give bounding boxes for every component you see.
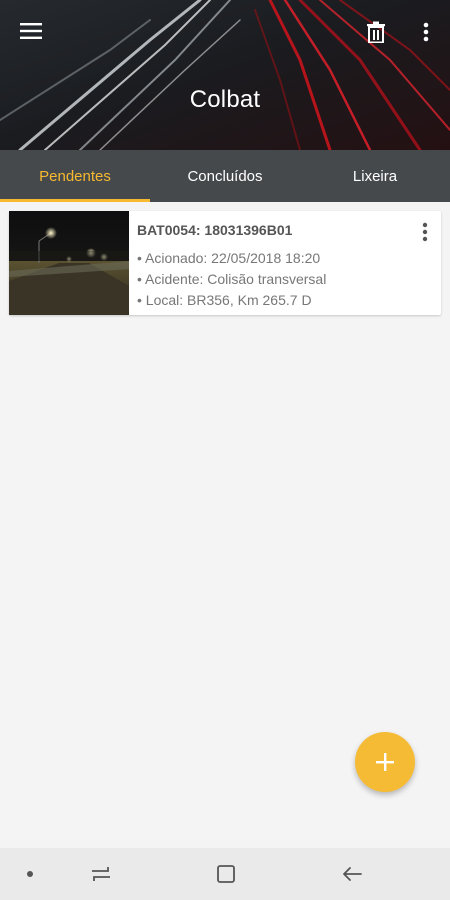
occurrence-triggered: • Acionado: 22/05/2018 18:20 xyxy=(137,250,321,266)
occurrence-card[interactable]: BAT0054: 18031396B01 • Acionado: 22/05/2… xyxy=(9,211,441,315)
system-navigation-bar xyxy=(0,848,450,900)
tab-label: Concluídos xyxy=(187,167,263,185)
tab-lixeira[interactable]: Lixeira xyxy=(300,150,450,202)
add-occurrence-button[interactable] xyxy=(355,732,415,792)
plus-icon xyxy=(376,753,394,771)
home-button[interactable] xyxy=(210,848,242,900)
occurrence-accident: • Acidente: Colisão transversal xyxy=(137,271,327,287)
trash-icon xyxy=(367,21,385,43)
tab-label: Pendentes xyxy=(39,167,111,185)
recent-apps-icon xyxy=(92,867,110,881)
dot-icon xyxy=(27,871,33,877)
card-more-button[interactable] xyxy=(413,219,437,245)
occurrence-location: • Local: BR356, Km 265.7 D xyxy=(137,292,312,308)
back-icon xyxy=(343,867,362,881)
nav-dot-button[interactable] xyxy=(20,848,40,900)
more-options-button[interactable] xyxy=(412,16,440,48)
app-header: Colbat xyxy=(0,0,450,150)
more-vert-icon xyxy=(422,222,428,242)
more-vert-icon xyxy=(423,22,429,42)
menu-button[interactable] xyxy=(14,16,48,46)
tab-pendentes[interactable]: Pendentes xyxy=(0,150,150,202)
tab-bar: Pendentes Concluídos Lixeira xyxy=(0,150,450,202)
active-tab-indicator xyxy=(0,199,150,202)
occurrence-thumbnail xyxy=(9,211,129,315)
home-icon xyxy=(217,865,235,883)
recent-apps-button[interactable] xyxy=(85,848,117,900)
tab-label: Lixeira xyxy=(352,167,398,185)
tab-concluidos[interactable]: Concluídos xyxy=(150,150,300,202)
occurrence-title: BAT0054: 18031396B01 xyxy=(137,222,293,238)
menu-icon xyxy=(20,23,42,39)
trash-button[interactable] xyxy=(360,16,392,48)
back-button[interactable] xyxy=(336,848,368,900)
app-title: Colbat xyxy=(189,86,261,113)
